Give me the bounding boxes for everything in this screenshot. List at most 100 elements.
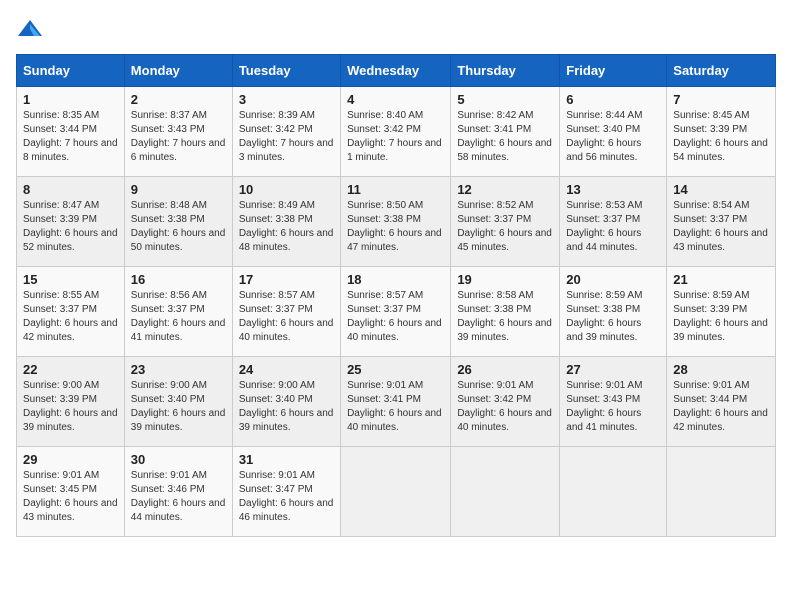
day-number: 10 xyxy=(239,182,334,197)
day-cell: 10 Sunrise: 8:49 AMSunset: 3:38 PMDaylig… xyxy=(232,177,340,267)
day-info: Sunrise: 9:01 AMSunset: 3:43 PMDaylight:… xyxy=(566,380,642,433)
day-cell: 31 Sunrise: 9:01 AMSunset: 3:47 PMDaylig… xyxy=(232,447,340,537)
day-info: Sunrise: 8:52 AMSunset: 3:37 PMDaylight:… xyxy=(457,200,552,253)
day-info: Sunrise: 9:01 AMSunset: 3:45 PMDaylight:… xyxy=(23,470,118,523)
day-number: 11 xyxy=(347,182,444,197)
day-number: 1 xyxy=(23,92,118,107)
day-info: Sunrise: 8:54 AMSunset: 3:37 PMDaylight:… xyxy=(673,200,768,253)
day-info: Sunrise: 8:37 AMSunset: 3:43 PMDaylight:… xyxy=(131,110,226,163)
day-number: 20 xyxy=(566,272,660,287)
day-info: Sunrise: 8:56 AMSunset: 3:37 PMDaylight:… xyxy=(131,290,226,343)
day-info: Sunrise: 9:01 AMSunset: 3:41 PMDaylight:… xyxy=(347,380,442,433)
day-info: Sunrise: 8:50 AMSunset: 3:38 PMDaylight:… xyxy=(347,200,442,253)
day-cell: 5 Sunrise: 8:42 AMSunset: 3:41 PMDayligh… xyxy=(451,87,560,177)
weekday-header-saturday: Saturday xyxy=(667,55,776,87)
week-row-2: 8 Sunrise: 8:47 AMSunset: 3:39 PMDayligh… xyxy=(17,177,776,267)
day-number: 21 xyxy=(673,272,769,287)
day-info: Sunrise: 8:55 AMSunset: 3:37 PMDaylight:… xyxy=(23,290,118,343)
week-row-3: 15 Sunrise: 8:55 AMSunset: 3:37 PMDaylig… xyxy=(17,267,776,357)
day-cell: 23 Sunrise: 9:00 AMSunset: 3:40 PMDaylig… xyxy=(124,357,232,447)
week-row-1: 1 Sunrise: 8:35 AMSunset: 3:44 PMDayligh… xyxy=(17,87,776,177)
day-info: Sunrise: 9:01 AMSunset: 3:47 PMDaylight:… xyxy=(239,470,334,523)
day-info: Sunrise: 8:57 AMSunset: 3:37 PMDaylight:… xyxy=(239,290,334,343)
day-info: Sunrise: 8:48 AMSunset: 3:38 PMDaylight:… xyxy=(131,200,226,253)
day-number: 13 xyxy=(566,182,660,197)
day-info: Sunrise: 8:59 AMSunset: 3:39 PMDaylight:… xyxy=(673,290,768,343)
day-cell xyxy=(560,447,667,537)
day-cell: 17 Sunrise: 8:57 AMSunset: 3:37 PMDaylig… xyxy=(232,267,340,357)
day-cell xyxy=(341,447,451,537)
day-info: Sunrise: 8:59 AMSunset: 3:38 PMDaylight:… xyxy=(566,290,642,343)
header xyxy=(16,16,776,44)
day-cell: 25 Sunrise: 9:01 AMSunset: 3:41 PMDaylig… xyxy=(341,357,451,447)
day-cell: 3 Sunrise: 8:39 AMSunset: 3:42 PMDayligh… xyxy=(232,87,340,177)
day-number: 3 xyxy=(239,92,334,107)
day-info: Sunrise: 8:44 AMSunset: 3:40 PMDaylight:… xyxy=(566,110,642,163)
weekday-header-sunday: Sunday xyxy=(17,55,125,87)
day-number: 30 xyxy=(131,452,226,467)
day-cell: 29 Sunrise: 9:01 AMSunset: 3:45 PMDaylig… xyxy=(17,447,125,537)
day-number: 31 xyxy=(239,452,334,467)
day-cell: 16 Sunrise: 8:56 AMSunset: 3:37 PMDaylig… xyxy=(124,267,232,357)
calendar: SundayMondayTuesdayWednesdayThursdayFrid… xyxy=(16,54,776,537)
day-number: 9 xyxy=(131,182,226,197)
day-info: Sunrise: 9:01 AMSunset: 3:44 PMDaylight:… xyxy=(673,380,768,433)
day-info: Sunrise: 8:35 AMSunset: 3:44 PMDaylight:… xyxy=(23,110,118,163)
day-cell: 26 Sunrise: 9:01 AMSunset: 3:42 PMDaylig… xyxy=(451,357,560,447)
day-info: Sunrise: 8:39 AMSunset: 3:42 PMDaylight:… xyxy=(239,110,334,163)
day-number: 14 xyxy=(673,182,769,197)
weekday-header-wednesday: Wednesday xyxy=(341,55,451,87)
day-cell: 6 Sunrise: 8:44 AMSunset: 3:40 PMDayligh… xyxy=(560,87,667,177)
day-cell: 30 Sunrise: 9:01 AMSunset: 3:46 PMDaylig… xyxy=(124,447,232,537)
day-number: 6 xyxy=(566,92,660,107)
day-cell: 21 Sunrise: 8:59 AMSunset: 3:39 PMDaylig… xyxy=(667,267,776,357)
day-info: Sunrise: 9:00 AMSunset: 3:39 PMDaylight:… xyxy=(23,380,118,433)
day-number: 8 xyxy=(23,182,118,197)
day-cell: 19 Sunrise: 8:58 AMSunset: 3:38 PMDaylig… xyxy=(451,267,560,357)
day-cell xyxy=(451,447,560,537)
day-cell: 9 Sunrise: 8:48 AMSunset: 3:38 PMDayligh… xyxy=(124,177,232,267)
day-number: 15 xyxy=(23,272,118,287)
day-info: Sunrise: 8:49 AMSunset: 3:38 PMDaylight:… xyxy=(239,200,334,253)
weekday-header-monday: Monday xyxy=(124,55,232,87)
day-number: 29 xyxy=(23,452,118,467)
day-number: 16 xyxy=(131,272,226,287)
day-cell: 7 Sunrise: 8:45 AMSunset: 3:39 PMDayligh… xyxy=(667,87,776,177)
week-row-5: 29 Sunrise: 9:01 AMSunset: 3:45 PMDaylig… xyxy=(17,447,776,537)
weekday-header-row: SundayMondayTuesdayWednesdayThursdayFrid… xyxy=(17,55,776,87)
weekday-header-thursday: Thursday xyxy=(451,55,560,87)
day-cell: 15 Sunrise: 8:55 AMSunset: 3:37 PMDaylig… xyxy=(17,267,125,357)
day-cell: 18 Sunrise: 8:57 AMSunset: 3:37 PMDaylig… xyxy=(341,267,451,357)
day-info: Sunrise: 8:53 AMSunset: 3:37 PMDaylight:… xyxy=(566,200,642,253)
day-cell: 20 Sunrise: 8:59 AMSunset: 3:38 PMDaylig… xyxy=(560,267,667,357)
day-number: 2 xyxy=(131,92,226,107)
day-number: 28 xyxy=(673,362,769,377)
weekday-header-friday: Friday xyxy=(560,55,667,87)
day-number: 12 xyxy=(457,182,553,197)
day-info: Sunrise: 8:57 AMSunset: 3:37 PMDaylight:… xyxy=(347,290,442,343)
day-info: Sunrise: 8:58 AMSunset: 3:38 PMDaylight:… xyxy=(457,290,552,343)
day-number: 19 xyxy=(457,272,553,287)
day-cell: 28 Sunrise: 9:01 AMSunset: 3:44 PMDaylig… xyxy=(667,357,776,447)
day-number: 7 xyxy=(673,92,769,107)
day-number: 4 xyxy=(347,92,444,107)
logo-icon xyxy=(16,16,44,44)
day-number: 22 xyxy=(23,362,118,377)
day-cell: 11 Sunrise: 8:50 AMSunset: 3:38 PMDaylig… xyxy=(341,177,451,267)
day-cell: 13 Sunrise: 8:53 AMSunset: 3:37 PMDaylig… xyxy=(560,177,667,267)
day-info: Sunrise: 8:42 AMSunset: 3:41 PMDaylight:… xyxy=(457,110,552,163)
week-row-4: 22 Sunrise: 9:00 AMSunset: 3:39 PMDaylig… xyxy=(17,357,776,447)
day-cell: 4 Sunrise: 8:40 AMSunset: 3:42 PMDayligh… xyxy=(341,87,451,177)
day-info: Sunrise: 9:00 AMSunset: 3:40 PMDaylight:… xyxy=(239,380,334,433)
day-number: 23 xyxy=(131,362,226,377)
day-cell: 12 Sunrise: 8:52 AMSunset: 3:37 PMDaylig… xyxy=(451,177,560,267)
logo xyxy=(16,16,48,44)
day-info: Sunrise: 9:01 AMSunset: 3:46 PMDaylight:… xyxy=(131,470,226,523)
day-cell: 8 Sunrise: 8:47 AMSunset: 3:39 PMDayligh… xyxy=(17,177,125,267)
day-cell: 27 Sunrise: 9:01 AMSunset: 3:43 PMDaylig… xyxy=(560,357,667,447)
day-number: 18 xyxy=(347,272,444,287)
day-number: 25 xyxy=(347,362,444,377)
day-cell: 22 Sunrise: 9:00 AMSunset: 3:39 PMDaylig… xyxy=(17,357,125,447)
day-cell xyxy=(667,447,776,537)
day-number: 5 xyxy=(457,92,553,107)
